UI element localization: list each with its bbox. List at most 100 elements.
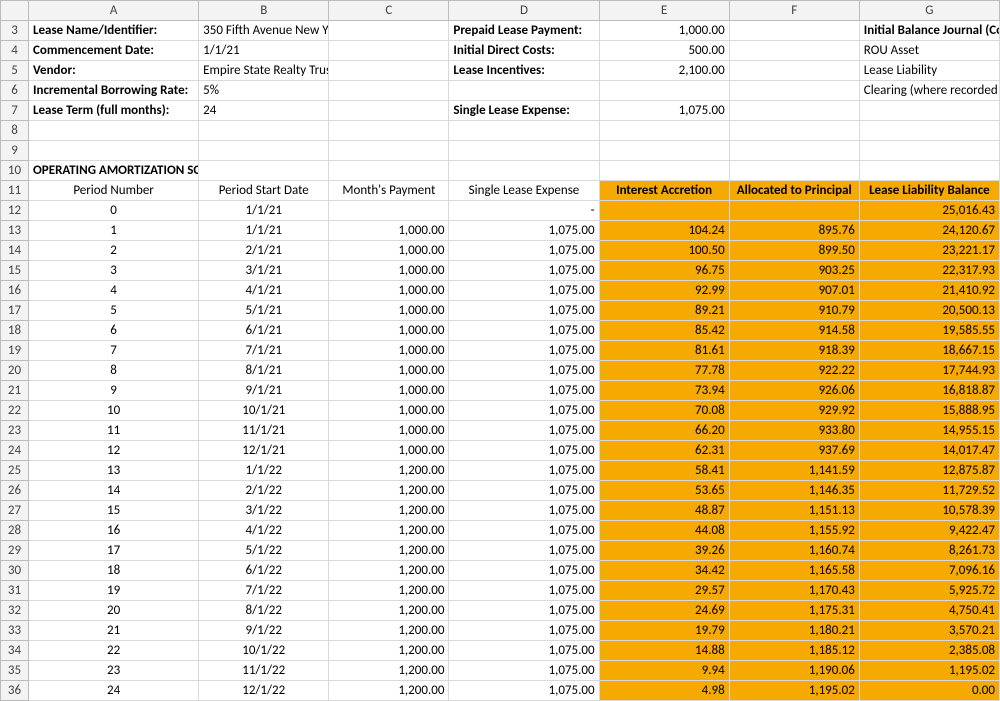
cell-D18[interactable]: 1,075.00 [449,321,599,341]
cell-B7[interactable]: 24 [199,101,329,121]
cell-G33[interactable]: 3,570.21 [859,621,999,641]
cell-G15[interactable]: 22,317.93 [859,261,999,281]
cell-A31[interactable]: 19 [29,581,199,601]
cell-E20[interactable]: 77.78 [599,361,729,381]
cell-F21[interactable]: 926.06 [729,381,859,401]
col-header-C[interactable]: C [329,1,449,21]
cell-D33[interactable]: 1,075.00 [449,621,599,641]
row-header-8[interactable]: 8 [1,121,29,141]
col-header-F[interactable]: F [729,1,859,21]
cell-B29[interactable]: 5/1/22 [199,541,329,561]
cell-B3[interactable]: 350 Fifth Avenue New York, NY 10118 [199,21,329,41]
cell-A36[interactable]: 24 [29,681,199,701]
spreadsheet[interactable]: A B C D E F G 3 Lease Name/Identifier: 3… [0,0,1000,701]
cell-G18[interactable]: 19,585.55 [859,321,999,341]
cell-D31[interactable]: 1,075.00 [449,581,599,601]
cell-D26[interactable]: 1,075.00 [449,481,599,501]
cell-C8[interactable] [329,121,449,141]
cell-C14[interactable]: 1,000.00 [329,241,449,261]
cell-B12[interactable]: 1/1/21 [199,201,329,221]
cell-F13[interactable]: 895.76 [729,221,859,241]
cell-G30[interactable]: 7,096.16 [859,561,999,581]
cell-D32[interactable]: 1,075.00 [449,601,599,621]
cell-B20[interactable]: 8/1/21 [199,361,329,381]
cell-C12[interactable] [329,201,449,221]
cell-E31[interactable]: 29.57 [599,581,729,601]
cell-C20[interactable]: 1,000.00 [329,361,449,381]
cell-D8[interactable] [449,121,599,141]
cell-E29[interactable]: 39.26 [599,541,729,561]
cell-E33[interactable]: 19.79 [599,621,729,641]
cell-F15[interactable]: 903.25 [729,261,859,281]
cell-D10[interactable] [449,161,599,181]
cell-G21[interactable]: 16,818.87 [859,381,999,401]
row-header-6[interactable]: 6 [1,81,29,101]
cell-B6[interactable]: 5% [199,81,329,101]
cell-F32[interactable]: 1,175.31 [729,601,859,621]
cell-A26[interactable]: 14 [29,481,199,501]
cell-A19[interactable]: 7 [29,341,199,361]
cell-B26[interactable]: 2/1/22 [199,481,329,501]
cell-G13[interactable]: 24,120.67 [859,221,999,241]
row-header-34[interactable]: 34 [1,641,29,661]
cell-A32[interactable]: 20 [29,601,199,621]
cell-G10[interactable] [859,161,999,181]
cell-G12[interactable]: 25,016.43 [859,201,999,221]
cell-D24[interactable]: 1,075.00 [449,441,599,461]
cell-B35[interactable]: 11/1/22 [199,661,329,681]
cell-G19[interactable]: 18,667.15 [859,341,999,361]
row-header-31[interactable]: 31 [1,581,29,601]
cell-B10[interactable] [199,161,329,181]
cell-E21[interactable]: 73.94 [599,381,729,401]
cell-G14[interactable]: 23,221.17 [859,241,999,261]
cell-D23[interactable]: 1,075.00 [449,421,599,441]
cell-F20[interactable]: 922.22 [729,361,859,381]
cell-A35[interactable]: 23 [29,661,199,681]
cell-G32[interactable]: 4,750.41 [859,601,999,621]
cell-E19[interactable]: 81.61 [599,341,729,361]
cell-B17[interactable]: 5/1/21 [199,301,329,321]
cell-B24[interactable]: 12/1/21 [199,441,329,461]
cell-A7[interactable]: Lease Term (full months): [29,101,199,121]
cell-F19[interactable]: 918.39 [729,341,859,361]
cell-D30[interactable]: 1,075.00 [449,561,599,581]
row-header-16[interactable]: 16 [1,281,29,301]
cell-E3[interactable]: 1,000.00 [599,21,729,41]
cell-A16[interactable]: 4 [29,281,199,301]
cell-C27[interactable]: 1,200.00 [329,501,449,521]
row-header-12[interactable]: 12 [1,201,29,221]
cell-D22[interactable]: 1,075.00 [449,401,599,421]
cell-C9[interactable] [329,141,449,161]
cell-F12[interactable] [729,201,859,221]
cell-G35[interactable]: 1,195.02 [859,661,999,681]
cell-C21[interactable]: 1,000.00 [329,381,449,401]
cell-F30[interactable]: 1,165.58 [729,561,859,581]
cell-B9[interactable] [199,141,329,161]
col-header-B[interactable]: B [199,1,329,21]
cell-B32[interactable]: 8/1/22 [199,601,329,621]
cell-D28[interactable]: 1,075.00 [449,521,599,541]
cell-E10[interactable] [599,161,729,181]
row-header-36[interactable]: 36 [1,681,29,701]
cell-F5[interactable] [729,61,859,81]
row-header-30[interactable]: 30 [1,561,29,581]
cell-G9[interactable] [859,141,999,161]
cell-C5[interactable] [329,61,449,81]
row-header-24[interactable]: 24 [1,441,29,461]
cell-F26[interactable]: 1,146.35 [729,481,859,501]
row-header-22[interactable]: 22 [1,401,29,421]
cell-F35[interactable]: 1,190.06 [729,661,859,681]
cell-F14[interactable]: 899.50 [729,241,859,261]
cell-B33[interactable]: 9/1/22 [199,621,329,641]
cell-D6[interactable] [449,81,599,101]
cell-G27[interactable]: 10,578.39 [859,501,999,521]
cell-A6[interactable]: Incremental Borrowing Rate: [29,81,199,101]
cell-C6[interactable] [329,81,449,101]
row-header-13[interactable]: 13 [1,221,29,241]
cell-F17[interactable]: 910.79 [729,301,859,321]
cell-G36[interactable]: 0.00 [859,681,999,701]
cell-A13[interactable]: 1 [29,221,199,241]
cell-C22[interactable]: 1,000.00 [329,401,449,421]
row-header-20[interactable]: 20 [1,361,29,381]
cell-C35[interactable]: 1,200.00 [329,661,449,681]
